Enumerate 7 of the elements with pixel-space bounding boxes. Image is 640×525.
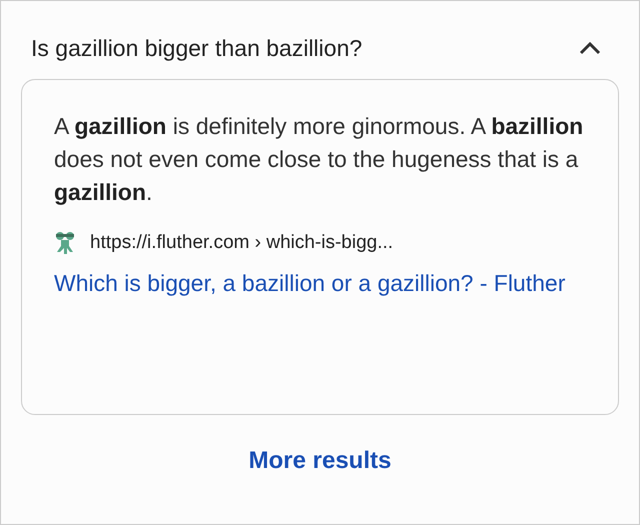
more-results-button[interactable]: More results — [240, 443, 400, 479]
creature-icon — [54, 231, 76, 255]
question-text[interactable]: Is gazillion bigger than bazillion? — [31, 34, 362, 62]
chevron-up-icon[interactable] — [579, 41, 601, 55]
result-link[interactable]: Which is bigger, a bazillion or a gazillion? - Fluther — [54, 261, 588, 305]
answer-snippet: A gazillion is definitely more ginormous. A bazillion does not even come close to the hugeness that is a gazillion. — [54, 112, 584, 207]
source-url: https://i.fluther.com › which-is-bigg... — [90, 232, 394, 254]
